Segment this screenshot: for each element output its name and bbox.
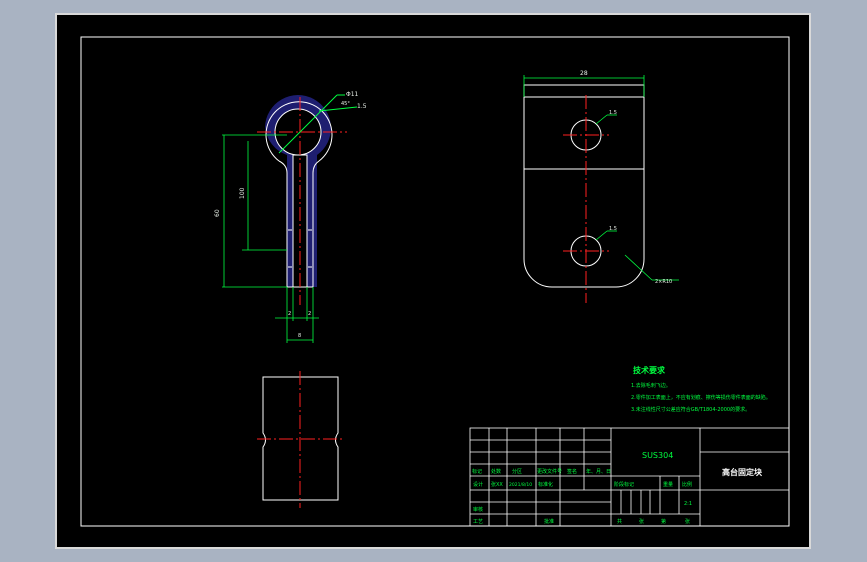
sheet-no-label: 第 [661, 518, 666, 525]
sheet-of-label: 张 [639, 518, 644, 525]
part-name-label: 高台固定块 [722, 467, 763, 477]
bottom-hole-label: 1.5 [609, 226, 617, 232]
plate-width-label: 28 [580, 70, 588, 77]
row-label-zone: 分区 [512, 468, 522, 475]
stem-w2-label: 2 [308, 311, 311, 317]
ring-angle-label: 45° [341, 101, 350, 107]
plate-outline [523, 84, 645, 288]
std-label: 标准化 [538, 481, 553, 488]
designer-label: 张XX [491, 481, 503, 488]
process-label: 工艺 [473, 519, 483, 525]
row-label-count: 处数 [491, 468, 501, 475]
row-label-sign: 签名 [567, 468, 577, 475]
inner-length-label: 100 [239, 187, 246, 199]
row-label-change: 更改文件号 [537, 468, 562, 475]
tech-req-line-2: 2.零件加工表面上，不应有划痕、擦伤等损伤零件表面的缺陷。 [631, 394, 771, 401]
top-view [257, 371, 345, 508]
tech-req-title: 技术要求 [633, 365, 666, 375]
overall-length-label: 60 [214, 209, 221, 217]
design-label: 设计 [473, 481, 483, 488]
scale-label: 2:1 [684, 501, 692, 507]
row-label-date: 年、月、日 [586, 468, 611, 475]
material-label: SUS304 [642, 451, 673, 460]
front-view: Φ11 1.5 45° 60 100 2 2 8 [214, 91, 367, 343]
scale-title-label: 比例 [682, 481, 692, 488]
sheet-end-label: 张 [685, 518, 690, 525]
review-label: 审核 [473, 506, 483, 513]
date-label: 2021/8/10 [509, 482, 532, 488]
corner-radius-label: 2×R10 [655, 279, 672, 285]
weight-label: 重量 [663, 481, 673, 488]
side-view: 28 1.5 1.5 2×R10 [523, 70, 679, 303]
tech-req-line-3: 3.未注线性尺寸公差应符合GB/T1804-2000的要求。 [631, 406, 750, 413]
drawing-border [80, 36, 790, 527]
tech-req-line-1: 1.去除毛刺飞边。 [631, 382, 671, 389]
stem-w1-label: 2 [288, 311, 291, 317]
top-hole-label: 1.5 [609, 110, 617, 116]
approve-label: 批准 [544, 518, 554, 525]
ring-dia-label: Φ11 [346, 91, 359, 98]
sheets-label: 共 [617, 518, 622, 525]
cad-drawing: Φ11 1.5 45° 60 100 2 2 8 28 1.5 1.5 2×R1… [80, 36, 790, 527]
stem-total-label: 8 [298, 333, 301, 339]
row-label-mark: 标记 [472, 468, 482, 475]
drawing-canvas: Φ11 1.5 45° 60 100 2 2 8 28 1.5 1.5 2×R1… [55, 13, 811, 549]
stage-label: 阶段标记 [614, 481, 634, 488]
title-block [469, 427, 790, 527]
ring-wall-label: 1.5 [357, 103, 367, 110]
tech-requirements: 技术要求 1.去除毛刺飞边。 2.零件加工表面上，不应有划痕、擦伤等损伤零件表面… [631, 365, 771, 413]
